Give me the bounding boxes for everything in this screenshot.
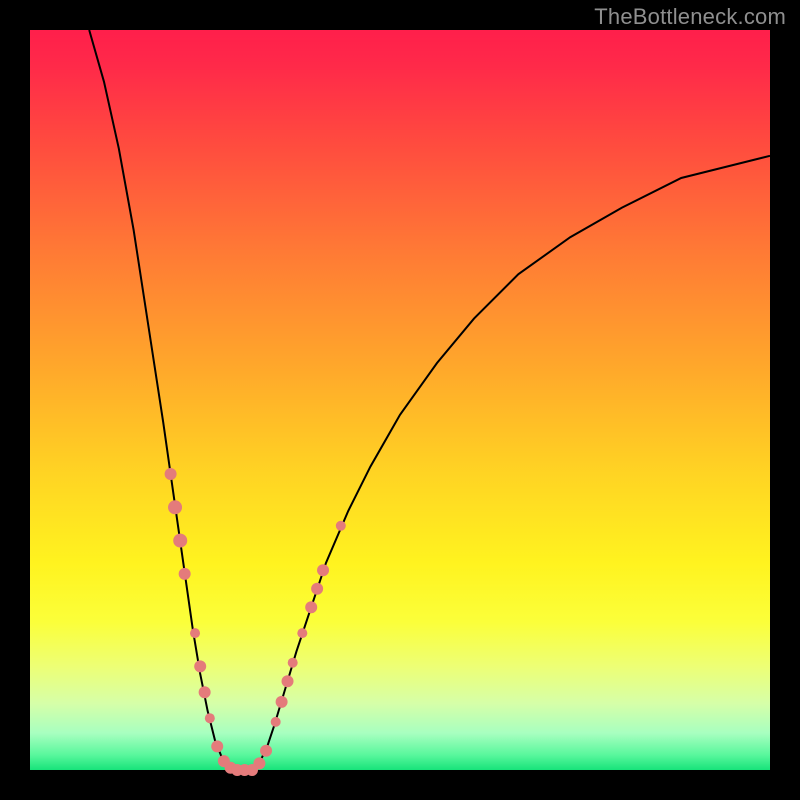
- scatter-dot: [336, 521, 346, 531]
- scatter-dot: [311, 583, 323, 595]
- chart-svg: [30, 30, 770, 770]
- scatter-dot: [297, 628, 307, 638]
- scatter-dot: [253, 757, 265, 769]
- scatter-dot: [205, 713, 215, 723]
- scatter-dot: [276, 696, 288, 708]
- scatter-dot: [305, 601, 317, 613]
- scatter-dot: [199, 686, 211, 698]
- scatter-dot: [211, 740, 223, 752]
- watermark-text: TheBottleneck.com: [594, 4, 786, 30]
- frame: TheBottleneck.com: [0, 0, 800, 800]
- scatter-dot: [271, 717, 281, 727]
- scatter-dot: [173, 534, 187, 548]
- scatter-dot: [260, 745, 272, 757]
- scatter-dot: [168, 500, 182, 514]
- scatter-dot: [179, 568, 191, 580]
- scatter-dot: [282, 675, 294, 687]
- scatter-dot: [190, 628, 200, 638]
- scatter-dot: [288, 658, 298, 668]
- scatter-dot: [317, 564, 329, 576]
- scatter-dot: [165, 468, 177, 480]
- bottleneck-curve: [89, 30, 770, 770]
- scatter-dot: [194, 660, 206, 672]
